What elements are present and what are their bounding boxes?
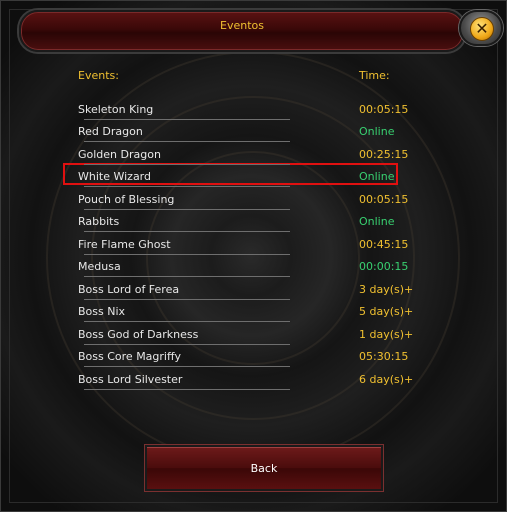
event-time: Online: [359, 215, 395, 228]
event-name: Boss Lord Silvester: [78, 373, 183, 386]
row-divider: [84, 186, 290, 187]
row-divider: [84, 344, 290, 345]
event-name: Golden Dragon: [78, 148, 161, 161]
event-row: Pouch of Blessing 00:05:15: [78, 193, 408, 215]
close-icon: ✕: [470, 17, 494, 41]
row-divider: [84, 164, 290, 165]
row-divider: [84, 321, 290, 322]
row-divider: [84, 231, 290, 232]
event-name: Rabbits: [78, 215, 120, 228]
title-bar: Eventos: [19, 10, 465, 52]
event-time: Online: [359, 125, 395, 138]
event-row: White Wizard Online: [78, 170, 398, 192]
event-name: Fire Flame Ghost: [78, 238, 171, 251]
events-window: Eventos ✕ Events: Time: Skeleton King 00…: [0, 0, 507, 512]
event-row: Boss Lord Silvester 6 day(s)+: [78, 373, 413, 395]
event-row: Fire Flame Ghost 00:45:15: [78, 238, 408, 260]
event-name: Boss God of Darkness: [78, 328, 199, 341]
event-name: Skeleton King: [78, 103, 154, 116]
row-divider: [84, 389, 290, 390]
close-button[interactable]: ✕: [459, 10, 503, 46]
event-time: 00:25:15: [359, 148, 409, 161]
event-row: Boss Core Magriffy 05:30:15: [78, 350, 408, 372]
event-time: 00:00:15: [359, 260, 409, 273]
event-row: Boss Nix 5 day(s)+: [78, 305, 413, 327]
event-name: White Wizard: [78, 170, 151, 183]
event-name: Boss Core Magriffy: [78, 350, 182, 363]
event-time: 1 day(s)+: [359, 328, 414, 341]
event-time: 00:45:15: [359, 238, 409, 251]
event-time: 3 day(s)+: [359, 283, 414, 296]
row-divider: [84, 254, 290, 255]
event-row: Rabbits Online: [78, 215, 398, 237]
event-time: 6 day(s)+: [359, 373, 414, 386]
event-name: Red Dragon: [78, 125, 143, 138]
event-row: Red Dragon Online: [78, 125, 398, 147]
event-row: Skeleton King 00:05:15: [78, 103, 408, 125]
window-title: Eventos: [220, 19, 264, 32]
row-divider: [84, 366, 290, 367]
events-header: Events:: [78, 69, 119, 82]
back-button[interactable]: Back: [145, 445, 383, 491]
row-divider: [84, 141, 290, 142]
event-name: Boss Lord of Ferea: [78, 283, 180, 296]
event-name: Medusa: [78, 260, 121, 273]
event-time: 05:30:15: [359, 350, 409, 363]
row-divider: [84, 209, 290, 210]
event-row: Boss God of Darkness 1 day(s)+: [78, 328, 413, 350]
event-time: Online: [359, 170, 395, 183]
event-time: 5 day(s)+: [359, 305, 414, 318]
event-row: Golden Dragon 00:25:15: [78, 148, 408, 170]
event-name: Pouch of Blessing: [78, 193, 175, 206]
event-name: Boss Nix: [78, 305, 126, 318]
row-divider: [84, 119, 290, 120]
event-time: 00:05:15: [359, 103, 409, 116]
row-divider: [84, 299, 290, 300]
event-row: Boss Lord of Ferea 3 day(s)+: [78, 283, 413, 305]
event-row: Medusa 00:00:15: [78, 260, 408, 282]
row-divider: [84, 276, 290, 277]
event-time: 00:05:15: [359, 193, 409, 206]
time-header: Time:: [359, 69, 390, 82]
